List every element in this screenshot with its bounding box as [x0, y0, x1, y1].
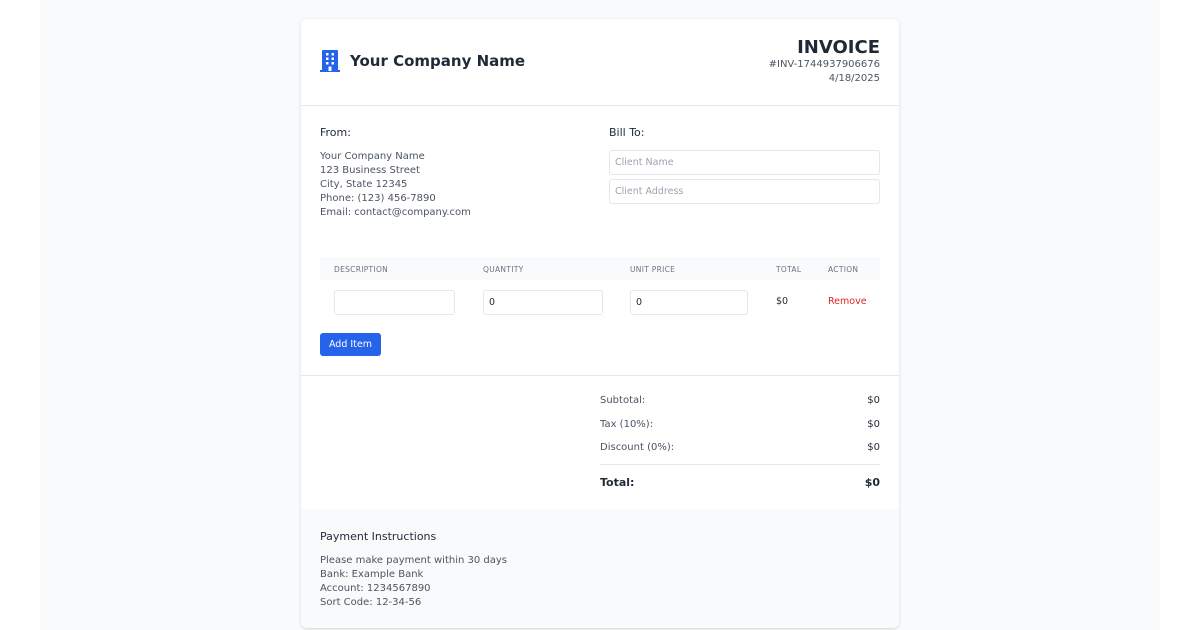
invoice-number: #INV-1744937906676 — [768, 59, 880, 70]
discount-label: Discount (0%): — [600, 442, 675, 453]
payment-line: Bank: Example Bank — [320, 569, 424, 580]
from-line: Your Company Name — [320, 151, 425, 162]
from-line: Email: contact@company.com — [320, 207, 471, 218]
item-description-input[interactable] — [334, 290, 455, 315]
total-value: $0 — [864, 476, 880, 489]
subtotal-label: Subtotal: — [600, 395, 646, 406]
items-table-header: DESCRIPTION QUANTITY UNIT PRICE TOTAL AC… — [320, 257, 880, 280]
payment-line: Account: 1234567890 — [320, 583, 431, 594]
remove-item-button[interactable]: Remove — [828, 296, 867, 307]
payment-instructions-section: Payment Instructions Please make payment… — [301, 509, 899, 628]
from-label: From: — [320, 126, 351, 139]
item-quantity-input[interactable] — [483, 290, 603, 315]
bill-to-label: Bill To: — [609, 126, 645, 139]
client-address-input[interactable] — [609, 179, 880, 204]
company-name: Your Company Name — [350, 52, 526, 70]
section-divider — [301, 375, 899, 376]
from-line: 123 Business Street — [320, 165, 420, 176]
payment-line: Sort Code: 12-34-56 — [320, 597, 422, 608]
column-header-description: DESCRIPTION — [334, 265, 389, 274]
item-unit-price-input[interactable] — [630, 290, 748, 315]
building-icon — [320, 50, 340, 72]
subtotal-value: $0 — [867, 395, 880, 406]
payment-line: Please make payment within 30 days — [320, 555, 508, 566]
tax-label: Tax (10%): — [600, 419, 654, 430]
column-header-total: TOTAL — [776, 265, 802, 274]
from-address: Your Company Name 123 Business Street Ci… — [320, 150, 471, 220]
invoice-header: Your Company Name INVOICE #INV-174493790… — [301, 19, 899, 106]
totals-divider — [600, 464, 880, 465]
item-total: $0 — [776, 296, 789, 307]
invoice-card: Your Company Name INVOICE #INV-174493790… — [301, 19, 899, 628]
add-item-button[interactable]: Add Item — [320, 333, 381, 356]
total-label: Total: — [600, 476, 635, 489]
invoice-date: 4/18/2025 — [828, 73, 880, 84]
column-header-action: ACTION — [828, 265, 859, 274]
client-name-input[interactable] — [609, 150, 880, 175]
column-header-unit-price: UNIT PRICE — [630, 265, 676, 274]
invoice-title: INVOICE — [797, 37, 880, 58]
from-line: Phone: (123) 456-7890 — [320, 193, 436, 204]
tax-value: $0 — [867, 419, 880, 430]
payment-instructions-title: Payment Instructions — [320, 530, 437, 543]
from-line: City, State 12345 — [320, 179, 408, 190]
discount-value: $0 — [867, 442, 880, 453]
column-header-quantity: QUANTITY — [483, 265, 524, 274]
payment-instructions-text: Please make payment within 30 days Bank:… — [320, 554, 507, 610]
